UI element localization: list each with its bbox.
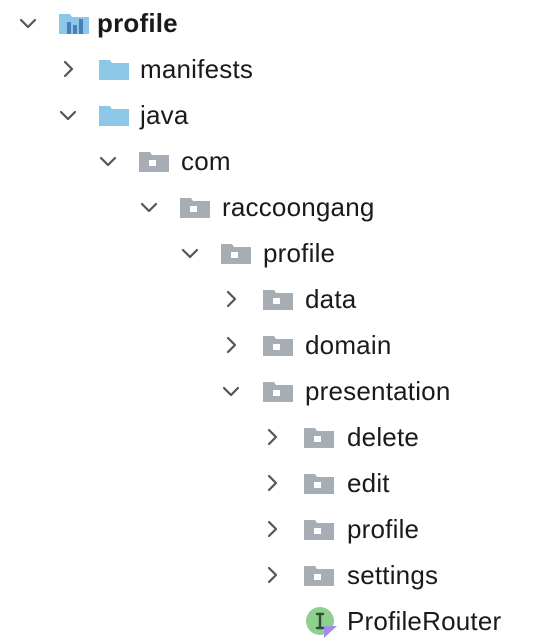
folder-icon bbox=[98, 57, 130, 81]
package-icon bbox=[220, 241, 252, 265]
chevron-down-icon[interactable] bbox=[178, 241, 202, 265]
chevron-down-icon[interactable] bbox=[96, 149, 120, 173]
tree-row-data[interactable]: data bbox=[0, 276, 537, 322]
tree-row-raccoongang[interactable]: raccoongang bbox=[0, 184, 537, 230]
tree-row-domain[interactable]: domain bbox=[0, 322, 537, 368]
tree-row-java[interactable]: java bbox=[0, 92, 537, 138]
tree-row-delete[interactable]: delete bbox=[0, 414, 537, 460]
tree-row-manifests[interactable]: manifests bbox=[0, 46, 537, 92]
tree-label: edit bbox=[347, 468, 390, 498]
chevron-right-icon[interactable] bbox=[260, 425, 284, 449]
chevron-right-icon[interactable] bbox=[260, 517, 284, 541]
package-icon bbox=[262, 333, 294, 357]
chevron-right-icon[interactable] bbox=[219, 287, 243, 311]
tree-row-profile-subpackage[interactable]: profile bbox=[0, 506, 537, 552]
chevron-down-icon[interactable] bbox=[56, 103, 80, 127]
tree-label: domain bbox=[305, 330, 392, 360]
tree-label: delete bbox=[347, 422, 420, 452]
chevron-right-icon[interactable] bbox=[260, 471, 284, 495]
tree-row-profile-package[interactable]: profile bbox=[0, 230, 537, 276]
tree-row-com[interactable]: com bbox=[0, 138, 537, 184]
tree-row-settings[interactable]: settings bbox=[0, 552, 537, 598]
chevron-down-icon[interactable] bbox=[219, 379, 243, 403]
tree-label: java bbox=[140, 100, 189, 130]
tree-label: profile bbox=[347, 514, 420, 544]
tree-label: presentation bbox=[305, 376, 451, 406]
tree-label: manifests bbox=[140, 54, 254, 84]
tree-label: com bbox=[181, 146, 231, 176]
tree-label: settings bbox=[347, 560, 439, 590]
chevron-right-icon[interactable] bbox=[260, 563, 284, 587]
package-icon bbox=[262, 287, 294, 311]
package-icon bbox=[303, 471, 335, 495]
tree-label: profile bbox=[97, 8, 178, 38]
package-icon bbox=[138, 149, 170, 173]
chevron-down-icon[interactable] bbox=[16, 11, 40, 35]
tree-label: data bbox=[305, 284, 357, 314]
tree-label: profile bbox=[263, 238, 336, 268]
chevron-down-icon[interactable] bbox=[137, 195, 161, 219]
package-icon bbox=[179, 195, 211, 219]
tree-label: ProfileRouter bbox=[347, 606, 502, 636]
tree-label: raccoongang bbox=[222, 192, 375, 222]
tree-row-profile-router[interactable]: ProfileRouter bbox=[0, 598, 537, 644]
folder-icon bbox=[98, 103, 130, 127]
chevron-right-icon[interactable] bbox=[56, 57, 80, 81]
module-icon bbox=[58, 11, 90, 35]
tree-row-profile-module[interactable]: profile bbox=[0, 0, 537, 46]
tree-row-edit[interactable]: edit bbox=[0, 460, 537, 506]
tree-row-presentation[interactable]: presentation bbox=[0, 368, 537, 414]
package-icon bbox=[262, 379, 294, 403]
package-icon bbox=[303, 563, 335, 587]
project-tree: profile manifests java com raccoongang p… bbox=[0, 0, 537, 638]
package-icon bbox=[303, 517, 335, 541]
kotlin-interface-icon bbox=[304, 605, 338, 639]
package-icon bbox=[303, 425, 335, 449]
chevron-right-icon[interactable] bbox=[219, 333, 243, 357]
